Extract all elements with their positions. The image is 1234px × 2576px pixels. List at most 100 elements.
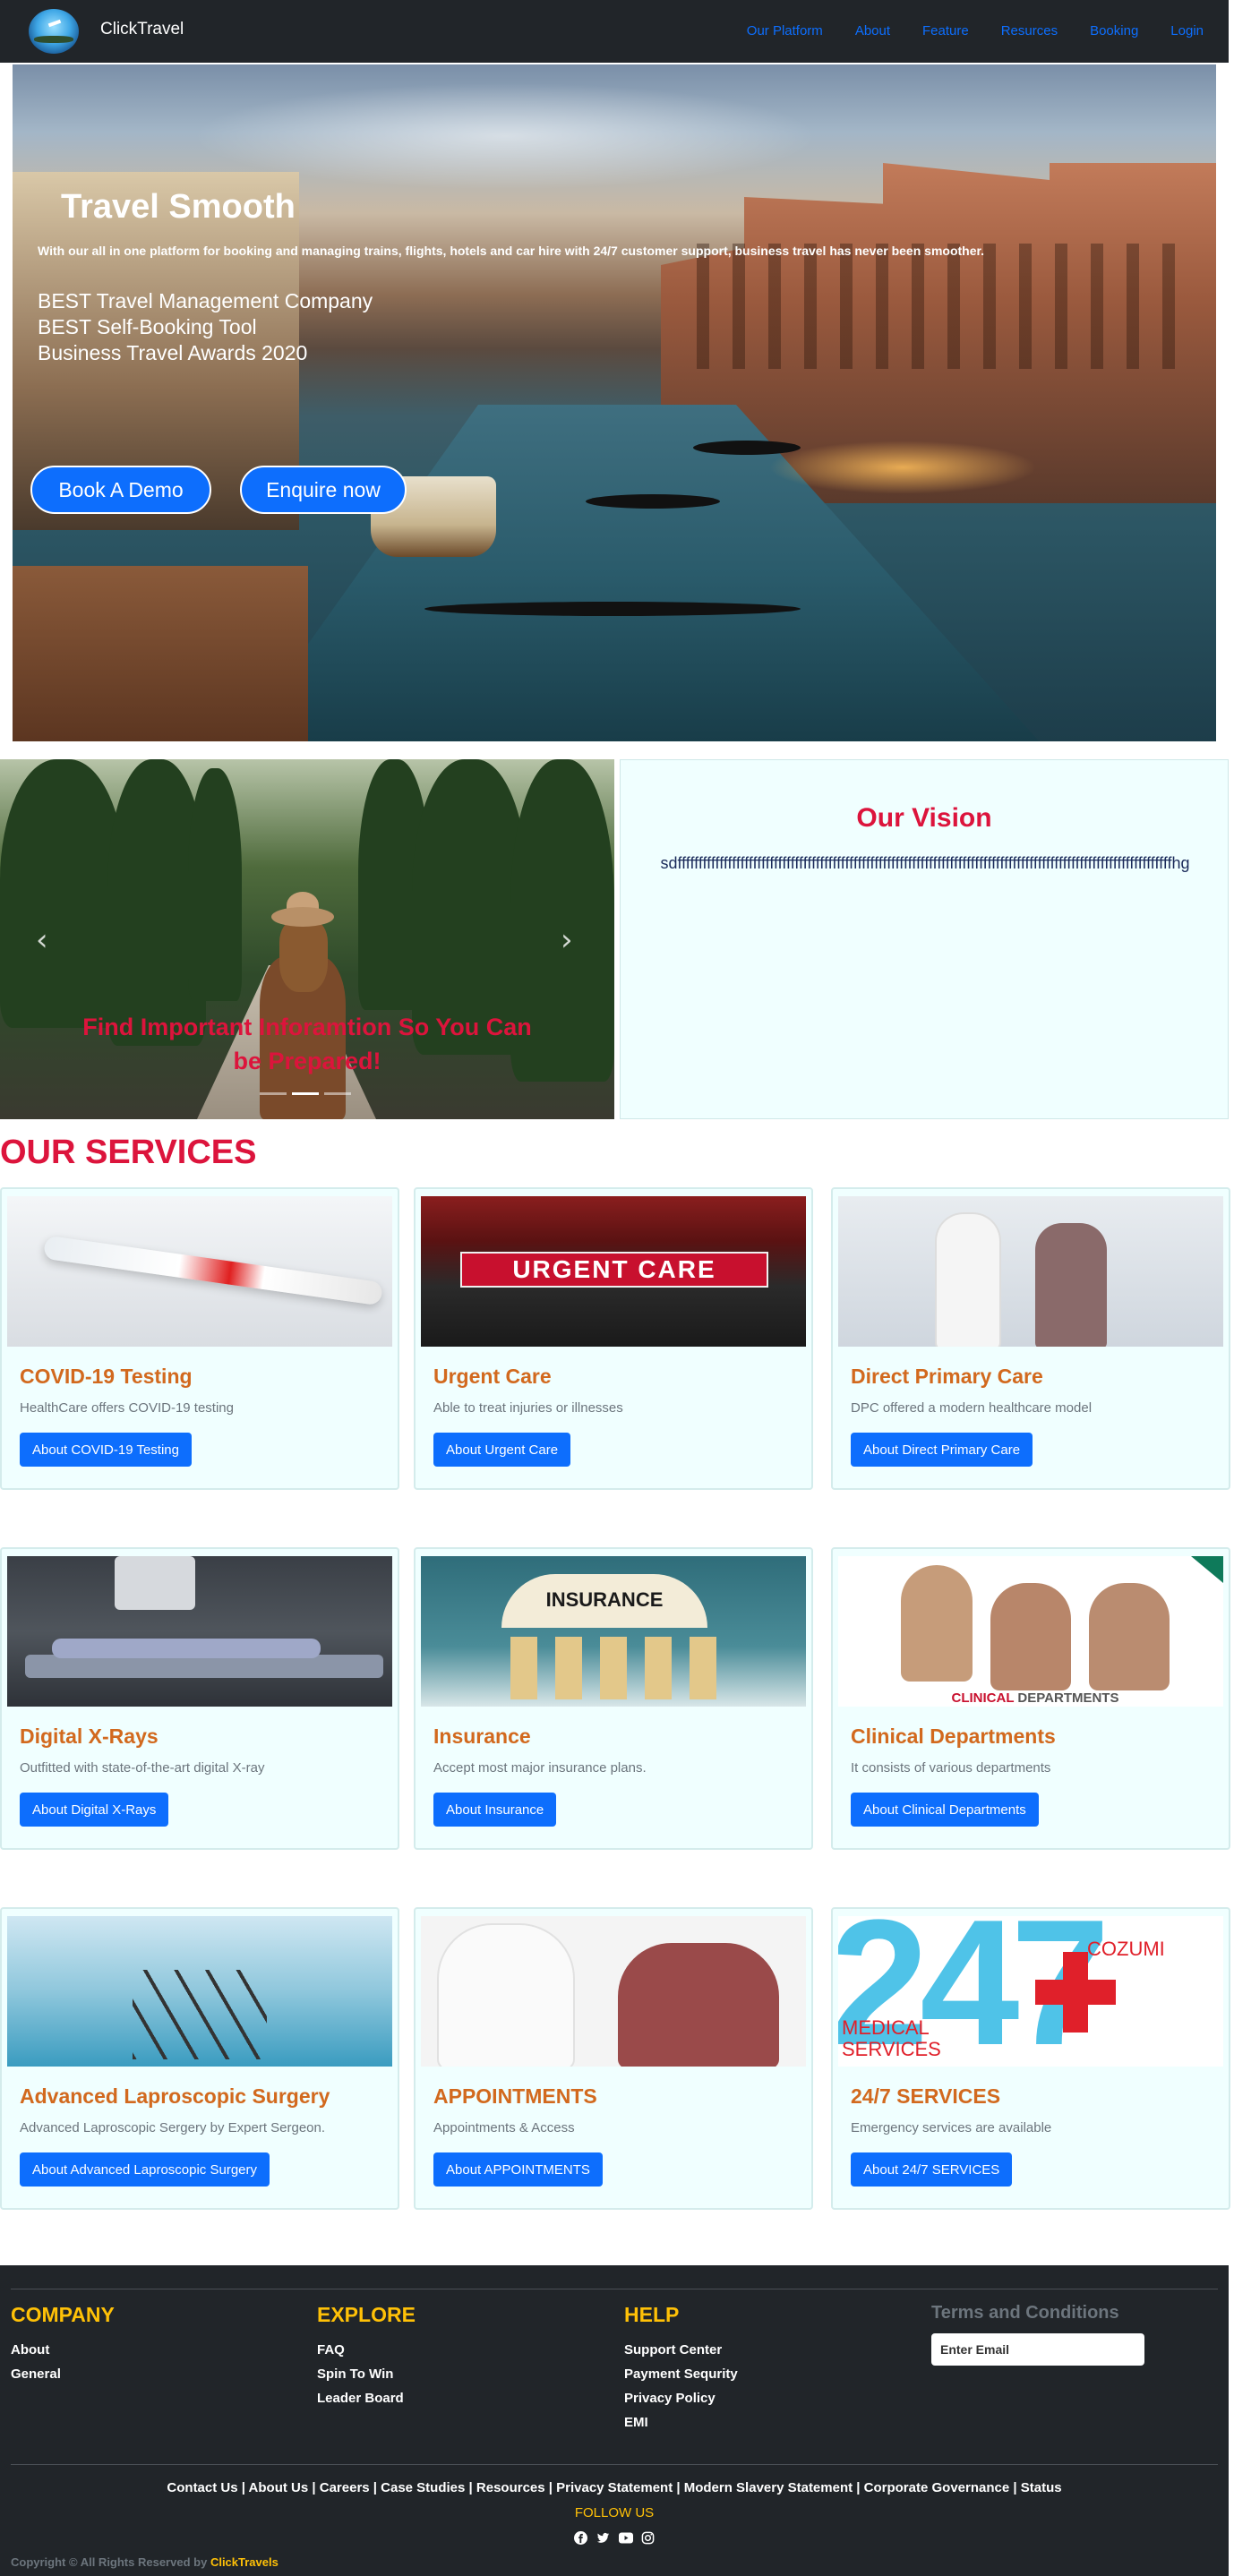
carousel-indicator[interactable] [260, 1092, 287, 1095]
footer-bottom-links[interactable]: Contact Us | About Us | Careers | Case S… [0, 2480, 1229, 2495]
xray-machine [115, 1556, 195, 1610]
footer-link-privacy-policy[interactable]: Privacy Policy [624, 2391, 716, 2406]
nav-link-resources[interactable]: Resurces [1001, 23, 1058, 39]
footer-link-leader-board[interactable]: Leader Board [317, 2391, 404, 2406]
service-card: APPOINTMENTS Appointments & Access About… [414, 1907, 813, 2210]
service-card: Direct Primary Care DPC offered a modern… [831, 1187, 1230, 1490]
vision-panel: Our Vision sdfffffffffffffffffffffffffff… [620, 759, 1229, 1119]
about-clinical-departments-button[interactable]: About Clinical Departments [851, 1793, 1039, 1827]
doctor-face [990, 1583, 1071, 1690]
nav-link-feature[interactable]: Feature [922, 23, 969, 39]
cozumi-word: COZUMI [1087, 1938, 1165, 1960]
facebook-icon[interactable] [573, 2530, 588, 2546]
primary-care-image [838, 1196, 1223, 1347]
terms-and-conditions[interactable]: Terms and Conditions [931, 2303, 1119, 2324]
insurance-label: INSURANCE [545, 1588, 664, 1611]
copyright-text: Copyright © All Rights Reserved by [11, 2555, 208, 2569]
about-insurance-button[interactable]: About Insurance [433, 1793, 557, 1827]
card-title: APPOINTMENTS [433, 2084, 597, 2108]
instagram-icon[interactable] [640, 2530, 656, 2546]
carousel-person-hair [279, 920, 328, 992]
family-figures [510, 1637, 716, 1699]
image-carousel: ‹ › Find Important Inforamtion So You Ca… [0, 759, 614, 1119]
hero-banner: Travel Smooth With our all in one platfo… [13, 64, 1216, 741]
nav-link-login[interactable]: Login [1170, 23, 1204, 39]
copyright-brand[interactable]: ClickTravels [210, 2555, 279, 2569]
test-tube [43, 1235, 383, 1306]
card-text: It consists of various departments [851, 1760, 1051, 1776]
vision-text: sdffffffffffffffffffffffffffffffffffffff… [660, 854, 1190, 872]
card-text: DPC offered a modern healthcare model [851, 1400, 1093, 1416]
award-line: BEST Self-Booking Tool [38, 315, 257, 338]
insurance-image: INSURANCE [421, 1556, 806, 1707]
surgery-image [7, 1916, 392, 2067]
card-title: Direct Primary Care [851, 1365, 1043, 1388]
nav-link-our-platform[interactable]: Our Platform [747, 23, 823, 39]
carousel-prev-icon[interactable]: ‹ [36, 922, 48, 958]
urgent-care-image: URGENT CARE [421, 1196, 806, 1347]
services-247-image: 247 COZUMI MEDICAL SERVICES [838, 1916, 1223, 2067]
award-line: BEST Travel Management Company [38, 289, 373, 312]
medical-cross [1035, 1952, 1116, 2033]
card-title: Digital X-Rays [20, 1724, 159, 1748]
book-demo-button[interactable]: Book A Demo [30, 466, 211, 514]
carousel-person-hat [271, 907, 334, 927]
appointments-image [421, 1916, 806, 2067]
nav-link-booking[interactable]: Booking [1090, 23, 1138, 39]
brand-logo[interactable] [29, 9, 79, 54]
footer: COMPANY About General EXPLORE FAQ Spin T… [0, 2265, 1229, 2576]
twitter-icon[interactable] [596, 2530, 611, 2546]
footer-heading-explore: EXPLORE [317, 2303, 416, 2326]
about-direct-primary-care-button[interactable]: About Direct Primary Care [851, 1433, 1033, 1467]
about-247-services-button[interactable]: About 24/7 SERVICES [851, 2152, 1013, 2187]
youtube-icon[interactable] [618, 2530, 633, 2546]
footer-link-emi[interactable]: EMI [624, 2415, 648, 2430]
footer-link-payment-security[interactable]: Payment Sequrity [624, 2366, 738, 2382]
card-text: HealthCare offers COVID-19 testing [20, 1400, 234, 1416]
footer-link-general[interactable]: General [11, 2366, 61, 2382]
patient-figure [618, 1943, 779, 2067]
carousel-caption: Find Important Inforamtion So You Can be… [82, 1014, 532, 1074]
nav-link-about[interactable]: About [855, 23, 890, 39]
hero-windows [697, 244, 1198, 369]
about-covid-testing-button[interactable]: About COVID-19 Testing [20, 1433, 192, 1467]
footer-link-faq[interactable]: FAQ [317, 2342, 345, 2358]
email-field[interactable] [931, 2333, 1144, 2366]
logo-plane-icon [47, 19, 62, 28]
about-laproscopic-surgery-button[interactable]: About Advanced Laproscopic Surgery [20, 2152, 270, 2187]
footer-link-support-center[interactable]: Support Center [624, 2342, 722, 2358]
hero-lights [768, 441, 1037, 494]
footer-link-spin-to-win[interactable]: Spin To Win [317, 2366, 393, 2382]
clinical-label: CLINICAL DEPARTMENTS [901, 1690, 1170, 1706]
surgical-tools [133, 1970, 267, 2059]
card-text: Emergency services are available [851, 2120, 1052, 2135]
card-title: 24/7 SERVICES [851, 2084, 1001, 2108]
footer-link-about[interactable]: About [11, 2342, 49, 2358]
card-title: COVID-19 Testing [20, 1365, 193, 1388]
about-digital-xrays-button[interactable]: About Digital X-Rays [20, 1793, 169, 1827]
card-text: Appointments & Access [433, 2120, 575, 2135]
carousel-tree [0, 759, 125, 1028]
hero-gondola [424, 602, 801, 616]
card-title: Clinical Departments [851, 1724, 1056, 1748]
nav-links: Our Platform About Feature Resurces Book… [747, 23, 1204, 39]
xray-patient [52, 1639, 321, 1658]
patient-figure [1035, 1223, 1107, 1347]
hero-subtitle: With our all in one platform for booking… [38, 244, 985, 258]
enquire-now-button[interactable]: Enquire now [240, 466, 407, 514]
brand-name[interactable]: ClickTravel [100, 20, 184, 39]
navbar: ClickTravel Our Platform About Feature R… [0, 0, 1229, 63]
carousel-indicator-active[interactable] [292, 1092, 319, 1095]
about-urgent-care-button[interactable]: About Urgent Care [433, 1433, 571, 1467]
card-text: Accept most major insurance plans. [433, 1760, 647, 1776]
carousel-indicator[interactable] [324, 1092, 351, 1095]
services-title: OUR SERVICES [0, 1134, 257, 1171]
about-appointments-button[interactable]: About APPOINTMENTS [433, 2152, 603, 2187]
service-card: CLINICAL DEPARTMENTS Clinical Department… [831, 1547, 1230, 1850]
covid-test-image [7, 1196, 392, 1347]
service-card: COVID-19 Testing HealthCare offers COVID… [0, 1187, 399, 1490]
carousel-next-icon[interactable]: › [561, 922, 573, 958]
green-accent [1191, 1556, 1223, 1583]
footer-heading-help: HELP [624, 2303, 680, 2326]
footer-divider [11, 2464, 1218, 2465]
